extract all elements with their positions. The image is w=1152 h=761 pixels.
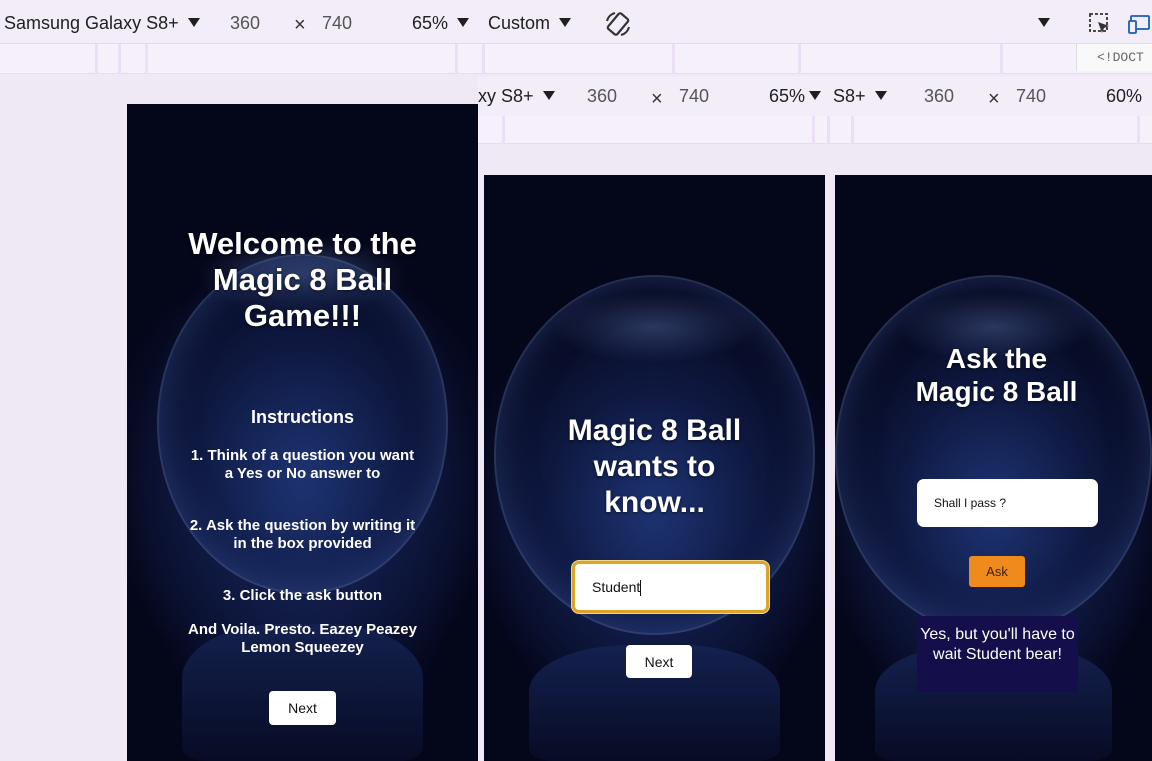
ruler-segment[interactable] xyxy=(455,44,458,74)
device-select-label: S8+ xyxy=(833,86,866,106)
zoom-select[interactable]: 65% xyxy=(769,76,822,116)
text-cursor xyxy=(640,580,642,597)
instructions-heading: Instructions xyxy=(250,407,354,427)
device-toolbar: Samsung Galaxy S8+ 360 × 740 65% Custom xyxy=(0,0,1152,44)
ruler-segment[interactable] xyxy=(482,44,485,74)
media-query-ruler xyxy=(0,44,1152,74)
zoom-select-label: 65% xyxy=(412,13,449,33)
rotate-icon[interactable] xyxy=(604,10,632,38)
chevron-down-icon xyxy=(809,90,822,100)
answer-box: Yes, but you'll have to wait Student bea… xyxy=(917,616,1078,692)
next-button[interactable]: Next xyxy=(626,645,692,678)
dimension-separator: × xyxy=(651,88,663,110)
media-query-ruler xyxy=(478,116,1152,144)
height-field[interactable]: 740 xyxy=(322,0,352,44)
width-field[interactable]: 360 xyxy=(587,76,617,116)
device-select-label: Samsung Galaxy S8+ xyxy=(4,13,179,33)
welcome-title: Welcome to the Magic 8 Ball Game!!! xyxy=(188,226,417,333)
ruler-segment[interactable] xyxy=(95,44,98,74)
ruler-segment[interactable] xyxy=(145,44,148,74)
device-select[interactable]: Samsung Galaxy S8+ xyxy=(4,0,200,44)
device-toolbar-secondary: xy S8+ 360 × 740 65% S8+ 360 × 740 60% xyxy=(478,76,1152,116)
zoom-select-label: 65% xyxy=(769,86,806,106)
height-field[interactable]: 740 xyxy=(1016,76,1046,116)
dimension-separator: × xyxy=(294,14,306,36)
phone-viewport-name: Magic 8 Ball wants to know... Student Ne… xyxy=(484,175,825,761)
phone-viewport-welcome: Welcome to the Magic 8 Ball Game!!! Inst… xyxy=(127,104,478,761)
question-input[interactable]: Shall I pass ? xyxy=(917,479,1098,527)
ruler-segment[interactable] xyxy=(827,116,830,144)
phone-viewport-ask: Ask the Magic 8 Ball Shall I pass ? Ask … xyxy=(835,175,1152,761)
ruler-segment[interactable] xyxy=(1000,44,1003,74)
zoom-select[interactable]: 65% xyxy=(412,0,470,44)
chevron-down-icon xyxy=(1038,17,1050,27)
instruction-outro: And Voila. Presto. Eazey Peazey Lemon Sq… xyxy=(188,621,417,656)
name-input-value: Student xyxy=(592,579,641,595)
ruler-segment[interactable] xyxy=(1137,116,1140,144)
question-input-value: Shall I pass ? xyxy=(934,496,1007,510)
instruction-step-1: 1. Think of a question you want a Yes or… xyxy=(190,447,415,482)
name-prompt-title: Magic 8 Ball wants to know... xyxy=(567,414,742,519)
ruler-segment[interactable] xyxy=(672,44,675,74)
ruler-segment[interactable] xyxy=(798,44,801,74)
ruler-segment[interactable] xyxy=(812,116,815,144)
ask-title: Ask the Magic 8 Ball xyxy=(915,343,1078,407)
width-field[interactable]: 360 xyxy=(230,0,260,44)
device-select[interactable]: S8+ xyxy=(833,76,887,116)
chevron-down-icon xyxy=(457,17,470,27)
elements-panel-doctype: <!DOCT xyxy=(1076,44,1152,71)
ask-button[interactable]: Ask xyxy=(969,556,1025,587)
inspect-element-icon[interactable] xyxy=(1088,12,1112,36)
instruction-step-2: 2. Ask the question by writing it in the… xyxy=(189,517,416,552)
ruler-segment[interactable] xyxy=(851,116,854,144)
throttle-select-label: Custom xyxy=(488,13,551,33)
width-field[interactable]: 360 xyxy=(924,76,954,116)
name-input[interactable]: Student xyxy=(572,561,769,613)
zoom-select-label: 60% xyxy=(1106,86,1143,106)
chevron-down-icon xyxy=(874,90,887,100)
chevron-down-icon xyxy=(187,17,200,27)
throttle-select[interactable]: Custom xyxy=(488,0,572,44)
device-select[interactable]: xy S8+ xyxy=(478,76,555,116)
next-button[interactable]: Next xyxy=(269,691,336,725)
height-field[interactable]: 740 xyxy=(679,76,709,116)
device-select-label: xy S8+ xyxy=(478,86,534,106)
instruction-step-3: 3. Click the ask button xyxy=(222,587,383,604)
ruler-segment[interactable] xyxy=(502,116,505,144)
device-toggle-icon[interactable] xyxy=(1128,12,1152,36)
dimension-separator: × xyxy=(988,88,1000,110)
more-options-dropdown[interactable] xyxy=(1038,0,1050,44)
chevron-down-icon xyxy=(559,17,572,27)
chevron-down-icon xyxy=(542,90,555,100)
zoom-select[interactable]: 60% xyxy=(1106,76,1142,116)
ruler-segment[interactable] xyxy=(118,44,121,74)
